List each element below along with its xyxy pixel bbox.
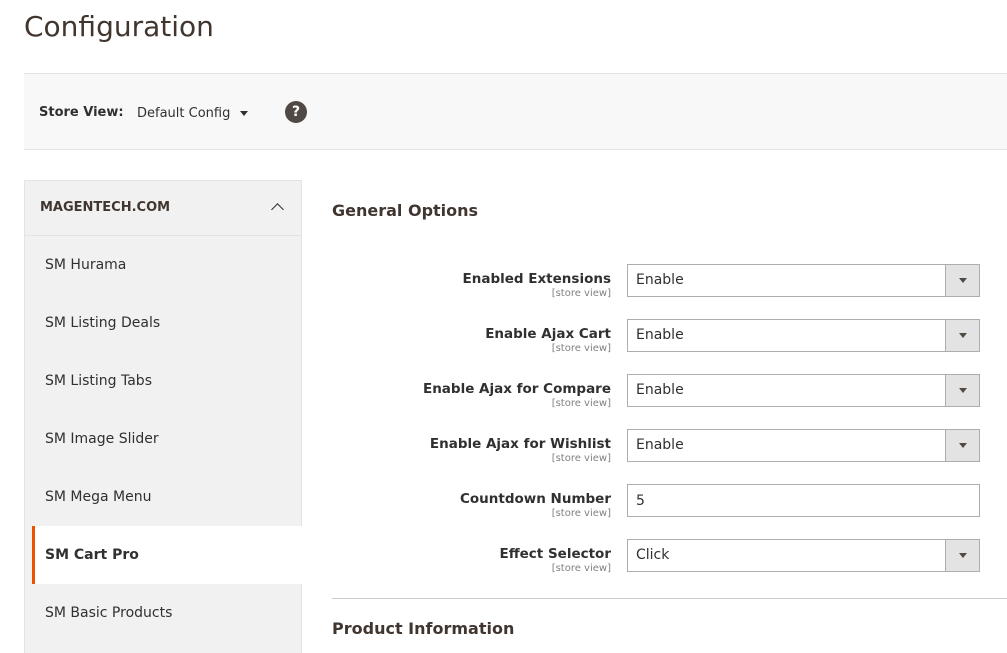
field-label: Effect Selector — [499, 546, 611, 562]
store-view-switcher[interactable]: Default Config — [137, 106, 249, 121]
field-countdown-number: Countdown Number [store view] — [332, 484, 1007, 524]
field-label: Enable Ajax for Wishlist — [429, 436, 611, 452]
caret-down-icon — [959, 443, 967, 448]
field-label: Enabled Extensions — [462, 271, 612, 287]
sidebar-item-sm-image-slider[interactable]: SM Image Slider — [25, 410, 301, 468]
sidebar-item-label: SM Image Slider — [45, 431, 159, 447]
select-value: Click — [636, 547, 670, 563]
sidebar-item-sm-basic-products[interactable]: SM Basic Products — [25, 584, 301, 642]
select-arrow — [945, 540, 979, 571]
field-label-group: Countdown Number [store view] — [460, 491, 611, 519]
field-label-group: Enable Ajax Cart [store view] — [485, 326, 611, 354]
caret-down-icon — [959, 278, 967, 283]
field-scope: [store view] — [551, 508, 611, 519]
field-enable-ajax-compare: Enable Ajax for Compare [store view] Ena… — [332, 374, 1007, 414]
sidebar-item-label: SM Listing Deals — [45, 315, 161, 331]
select-value: Enable — [636, 382, 684, 398]
select-value: Enable — [636, 437, 684, 453]
caret-down-icon — [959, 333, 967, 338]
sidebar-item-label: SM Basic Products — [45, 605, 173, 621]
sidebar-group-title: MAGENTECH.COM — [40, 200, 171, 215]
effect-selector-select[interactable]: Click — [627, 539, 980, 572]
field-scope: [store view] — [551, 453, 611, 464]
chevron-up-icon — [271, 203, 284, 216]
sidebar-item-label: SM Hurama — [45, 257, 127, 273]
field-scope: [store view] — [551, 398, 611, 409]
select-arrow — [945, 430, 979, 461]
select-value: Enable — [636, 327, 684, 343]
caret-down-icon — [959, 388, 967, 393]
store-view-bar: Store View: Default Config ? — [24, 73, 1007, 150]
config-sidebar: MAGENTECH.COM SM Hurama SM Listing Deals… — [24, 180, 302, 653]
enable-ajax-compare-select[interactable]: Enable — [627, 374, 980, 407]
field-scope: [store view] — [551, 343, 611, 354]
help-icon[interactable]: ? — [285, 101, 307, 123]
sidebar-item-sm-cart-pro[interactable]: SM Cart Pro — [32, 526, 302, 584]
sidebar-item-label: SM Mega Menu — [45, 489, 152, 505]
select-arrow — [945, 320, 979, 351]
section-divider — [332, 598, 1007, 599]
store-view-value: Default Config — [137, 106, 231, 121]
field-label: Enable Ajax Cart — [485, 326, 611, 342]
enable-ajax-wishlist-select[interactable]: Enable — [627, 429, 980, 462]
field-effect-selector: Effect Selector [store view] Click — [332, 539, 1007, 579]
select-value: Enable — [636, 272, 684, 288]
page-title: Configuration — [24, 10, 214, 43]
field-enabled-extensions: Enabled Extensions [store view] Enable — [332, 264, 1007, 304]
field-label: Enable Ajax for Compare — [422, 381, 611, 397]
store-view-label: Store View: — [39, 105, 124, 120]
enabled-extensions-select[interactable]: Enable — [627, 264, 980, 297]
field-enable-ajax-wishlist: Enable Ajax for Wishlist [store view] En… — [332, 429, 1007, 469]
field-scope: [store view] — [551, 563, 611, 574]
sidebar-item-label: SM Listing Tabs — [45, 373, 152, 389]
field-scope: [store view] — [551, 288, 611, 299]
section-title-general-options[interactable]: General Options — [332, 201, 478, 220]
sidebar-item-label: SM Cart Pro — [45, 547, 139, 563]
sidebar-item-sm-hurama[interactable]: SM Hurama — [25, 236, 301, 294]
caret-down-icon — [240, 111, 249, 116]
sidebar-item-sm-listing-deals[interactable]: SM Listing Deals — [25, 294, 301, 352]
enable-ajax-cart-select[interactable]: Enable — [627, 319, 980, 352]
field-label-group: Effect Selector [store view] — [499, 546, 611, 574]
countdown-number-input[interactable] — [627, 484, 980, 517]
field-label-group: Enabled Extensions [store view] — [463, 271, 612, 299]
section-title-product-information[interactable]: Product Information — [332, 619, 514, 638]
sidebar-item-sm-mega-menu[interactable]: SM Mega Menu — [25, 468, 301, 526]
sidebar-item-sm-listing-tabs[interactable]: SM Listing Tabs — [25, 352, 301, 410]
sidebar-group-header[interactable]: MAGENTECH.COM — [25, 181, 301, 236]
field-enable-ajax-cart: Enable Ajax Cart [store view] Enable — [332, 319, 1007, 359]
select-arrow — [945, 375, 979, 406]
field-label: Countdown Number — [459, 491, 611, 507]
caret-down-icon — [959, 553, 967, 558]
select-arrow — [945, 265, 979, 296]
field-label-group: Enable Ajax for Compare [store view] — [423, 381, 611, 409]
field-label-group: Enable Ajax for Wishlist [store view] — [430, 436, 611, 464]
